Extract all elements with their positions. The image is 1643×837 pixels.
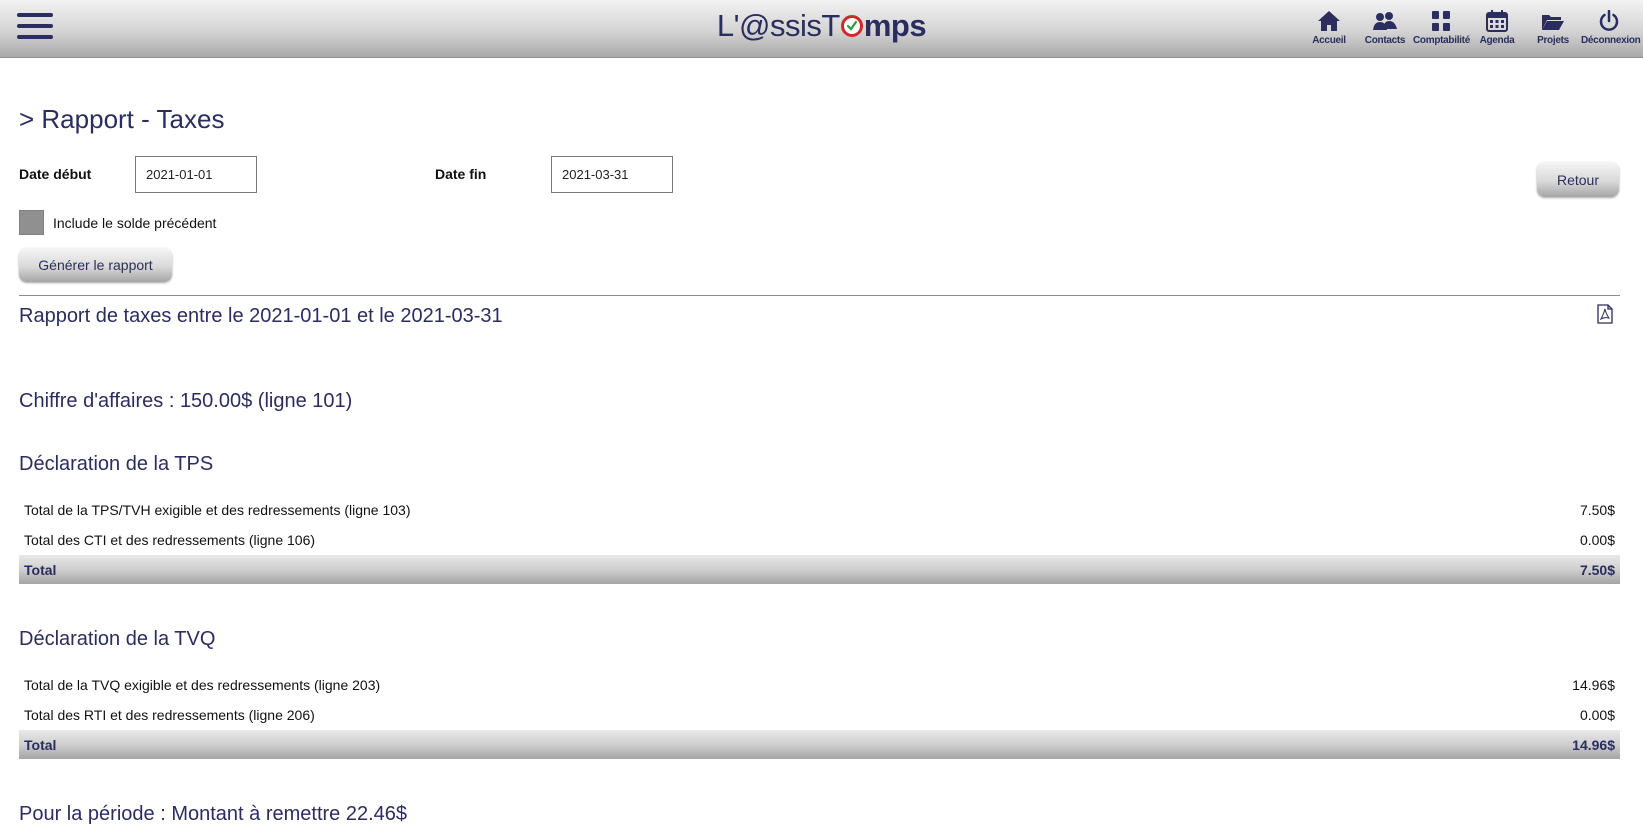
include-previous-label: Include le solde précédent [53, 215, 217, 231]
row-amount: 7.50$ [1579, 502, 1615, 518]
report-title: Rapport de taxes entre le 2021-01-01 et … [19, 305, 503, 327]
page-title: > Rapport - Taxes [19, 104, 225, 134]
table-row: Total des RTI et des redressements (lign… [19, 700, 1620, 730]
tvq-table: Total de la TVQ exigible et des redresse… [19, 670, 1620, 759]
end-date-label: Date fin [435, 166, 487, 182]
nav-item-comptabilite[interactable]: Comptabilité [1413, 8, 1470, 46]
tvq-heading: Déclaration de la TVQ [19, 628, 216, 650]
grid-icon [1432, 11, 1450, 31]
row-label: Total des RTI et des redressements (lign… [24, 707, 315, 723]
logo-suffix: mps [863, 8, 927, 43]
row-label: Total des CTI et des redressements (lign… [24, 532, 316, 548]
total-amount: 7.50$ [1456, 555, 1620, 584]
table-row: Total des CTI et des redressements (lign… [19, 525, 1620, 555]
nav-label: Projets [1537, 35, 1569, 46]
start-date-label: Date début [19, 166, 92, 182]
main-nav: Accueil Contacts Comptabilité Agenda Pro… [1301, 8, 1641, 46]
row-label: Total de la TPS/TVH exigible et des redr… [24, 502, 411, 518]
row-label: Total de la TVQ exigible et des redresse… [24, 677, 381, 693]
nav-item-projets[interactable]: Projets [1525, 8, 1581, 46]
nav-label: Accueil [1312, 35, 1346, 46]
end-date-input[interactable] [551, 156, 673, 193]
nav-label: Contacts [1364, 35, 1406, 46]
nav-item-agenda[interactable]: Agenda [1469, 8, 1525, 46]
back-button[interactable]: Retour [1537, 162, 1619, 197]
pdf-download-icon[interactable] [1596, 304, 1614, 324]
nav-label: Agenda [1479, 35, 1515, 46]
row-amount: 0.00$ [1579, 532, 1615, 548]
include-previous-checkbox[interactable] [19, 210, 44, 235]
remit-amount-heading: Pour la période : Montant à remettre 22.… [19, 803, 408, 825]
tps-table: Total de la TPS/TVH exigible et des redr… [19, 495, 1620, 584]
contacts-icon [1373, 12, 1397, 30]
nav-item-accueil[interactable]: Accueil [1301, 8, 1357, 46]
table-row: Total de la TPS/TVH exigible et des redr… [19, 495, 1620, 525]
table-row: Total de la TVQ exigible et des redresse… [19, 670, 1620, 700]
total-amount: 14.96$ [1418, 730, 1620, 759]
divider [19, 295, 1620, 296]
folder-icon [1542, 15, 1564, 30]
total-row: Total 7.50$ [19, 555, 1620, 584]
revenue-heading: Chiffre d'affaires : 150.00$ (ligne 101) [19, 390, 353, 412]
start-date-input[interactable] [135, 156, 257, 193]
tps-heading: Déclaration de la TPS [19, 453, 214, 475]
row-amount: 14.96$ [1572, 677, 1615, 693]
nav-item-deconnexion[interactable]: Déconnexion [1581, 8, 1641, 46]
total-row: Total 14.96$ [19, 730, 1620, 759]
nav-label: Comptabilité [1413, 35, 1470, 46]
nav-item-contacts[interactable]: Contacts [1357, 8, 1413, 46]
power-icon [1599, 10, 1619, 31]
top-bar: L'@ssisT mps Accueil Contacts Comptabilit… [0, 0, 1643, 58]
nav-label: Déconnexion [1581, 35, 1641, 46]
home-icon [1318, 11, 1340, 31]
clock-icon [840, 15, 863, 37]
total-label: Total [19, 555, 1457, 584]
calendar-icon [1486, 10, 1508, 32]
logo-prefix: L'@ssisT [716, 8, 840, 43]
row-amount: 0.00$ [1579, 707, 1615, 723]
generate-report-button[interactable]: Générer le rapport [19, 248, 172, 282]
total-label: Total [19, 730, 1419, 759]
